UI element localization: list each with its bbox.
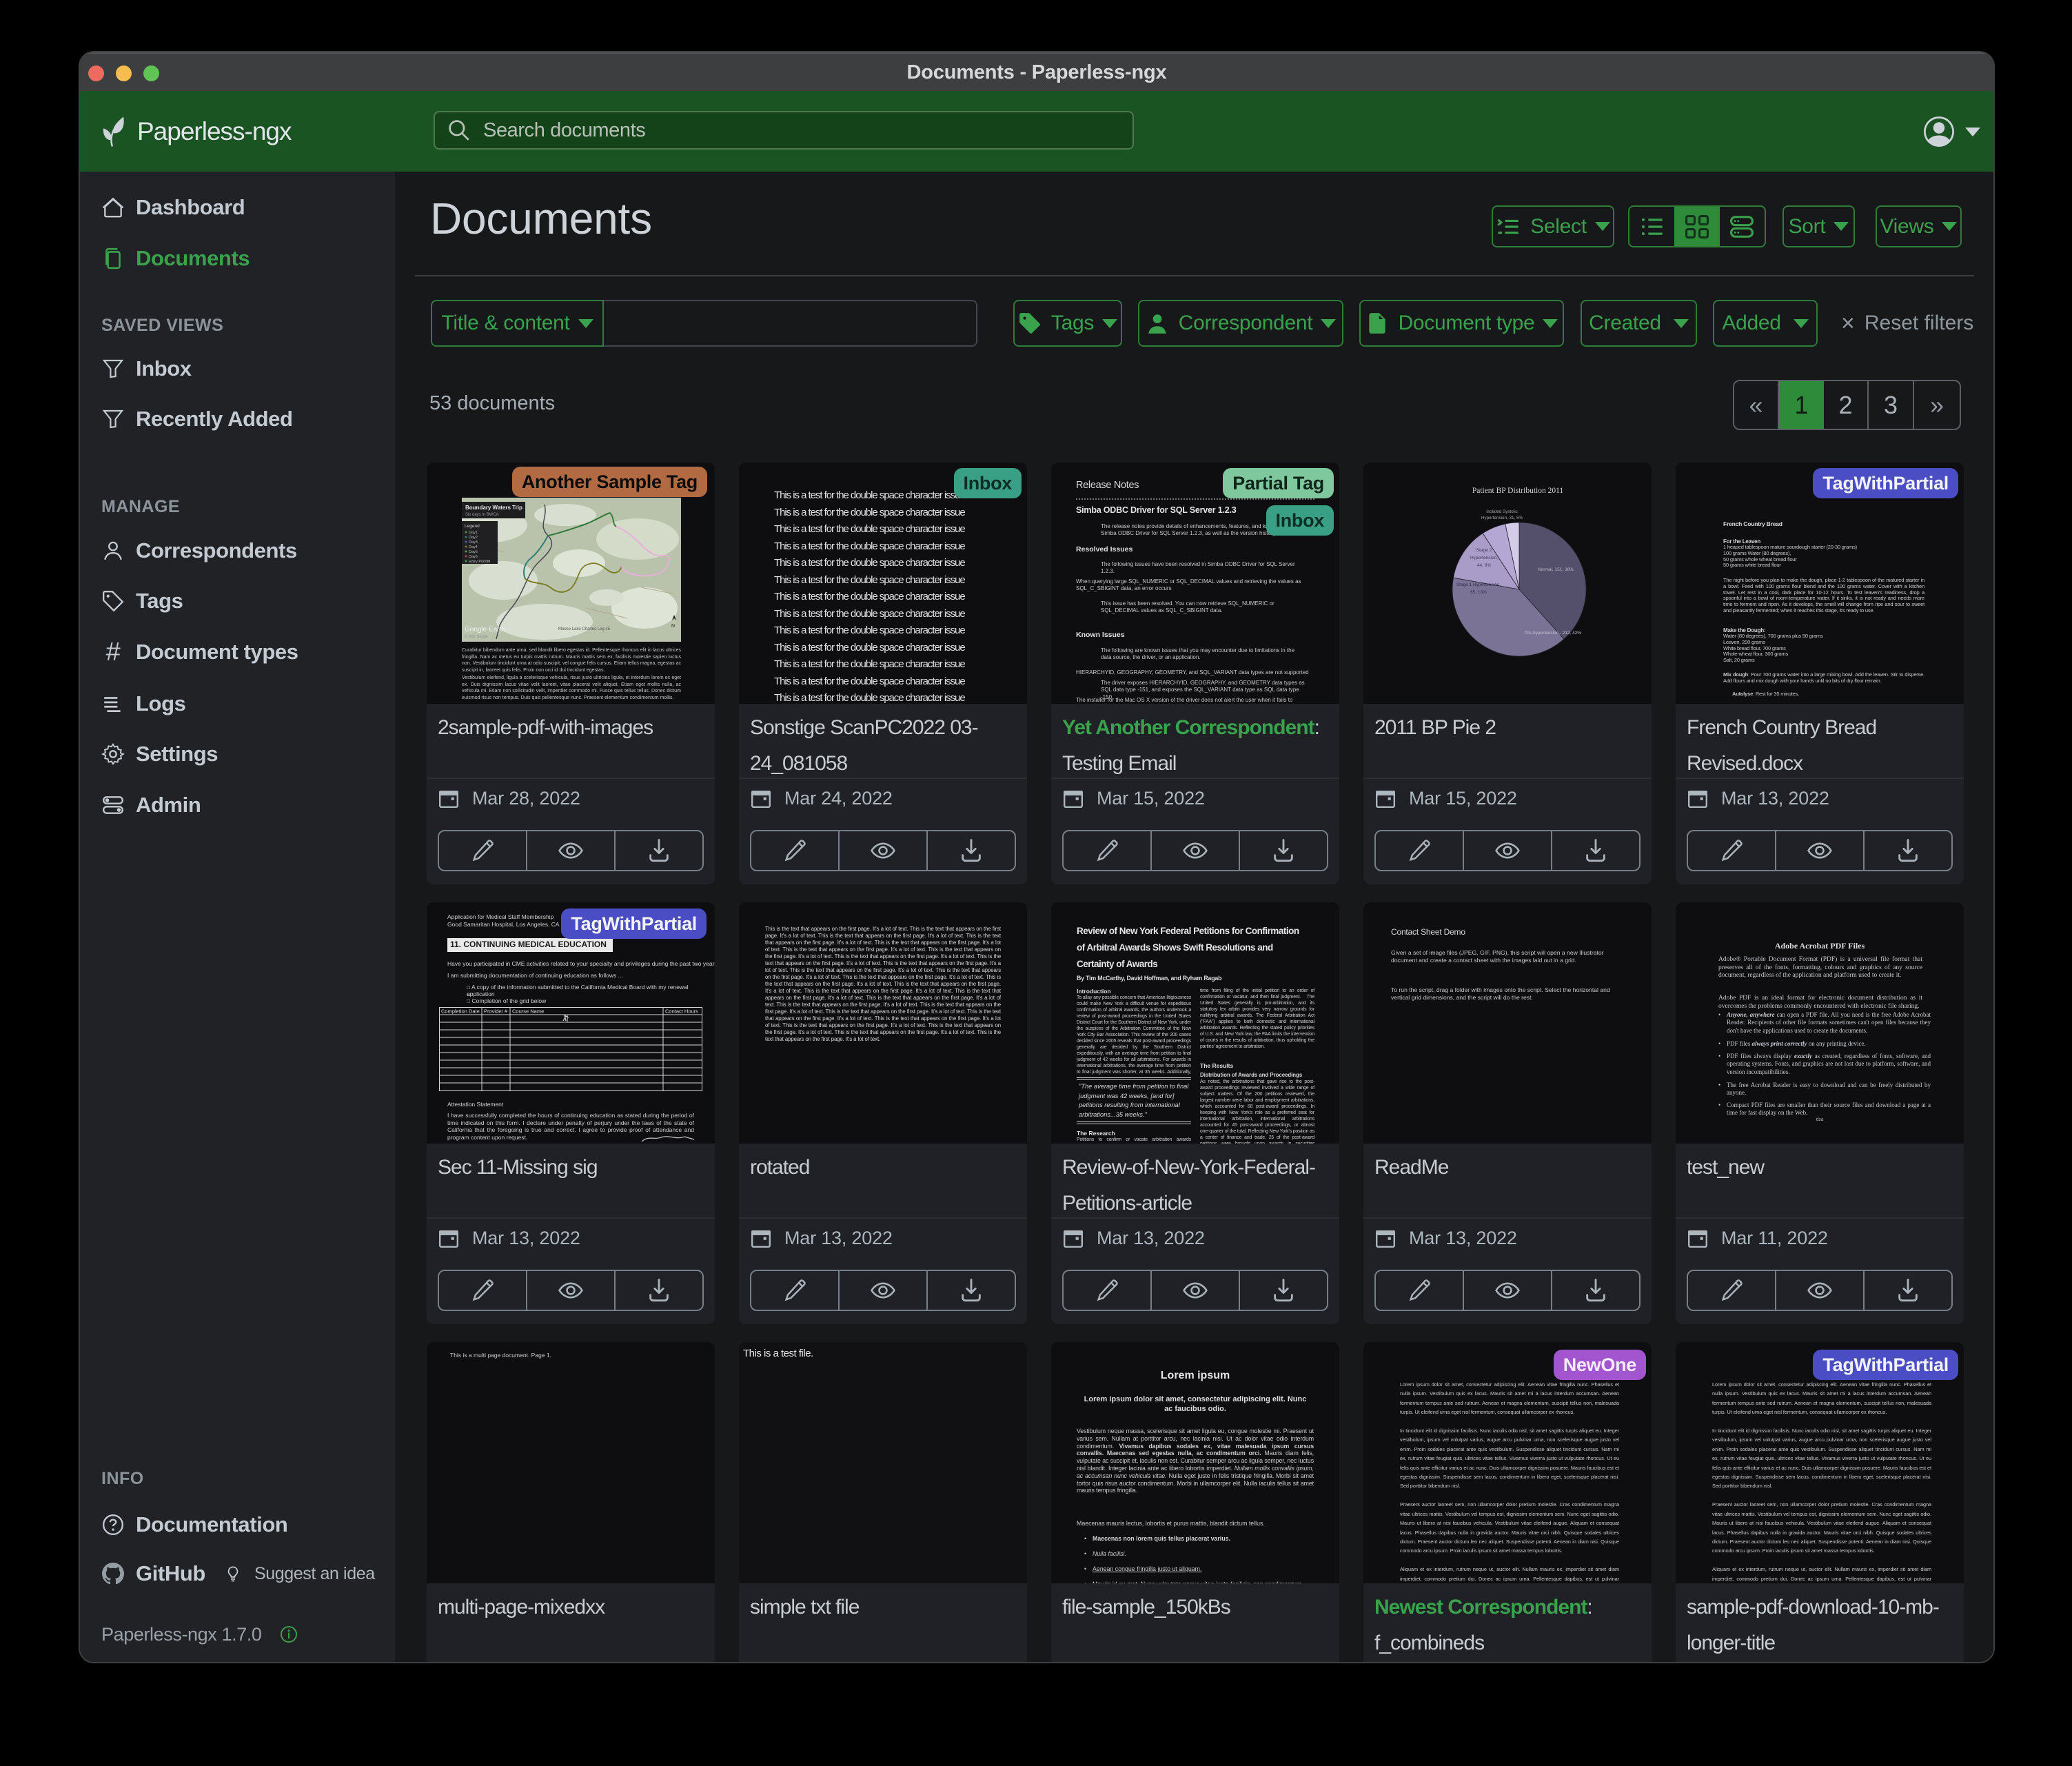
svg-text:Contact Hours: Contact Hours	[665, 1008, 698, 1015]
svg-text:Normal, 151, 38%: Normal, 151, 38%	[1538, 567, 1574, 572]
svg-text:Legend: Legend	[465, 524, 480, 529]
svg-text:Google Earth: Google Earth	[465, 626, 505, 633]
svg-text:65, 13%: 65, 13%	[1470, 590, 1487, 595]
svg-text:Stage 2: Stage 2	[1476, 548, 1492, 553]
svg-text:Day5: Day5	[469, 550, 478, 554]
svg-text:Patient BP Distribution 2011: Patient BP Distribution 2011	[1472, 487, 1564, 495]
svg-text:44, 9%: 44, 9%	[1477, 563, 1491, 568]
svg-text:Stage 1 Hypertension,: Stage 1 Hypertension,	[1456, 582, 1501, 587]
svg-text:Isolated Systolic: Isolated Systolic	[1486, 509, 1518, 514]
svg-text:Boundary Waters Trip: Boundary Waters Trip	[465, 505, 522, 511]
svg-text:N: N	[671, 624, 675, 629]
svg-text:Hypertension,: Hypertension,	[1470, 556, 1498, 560]
svg-text:Completion Date: Completion Date	[441, 1008, 480, 1015]
svg-text:Day1: Day1	[469, 531, 478, 535]
svg-text:Day3: Day3	[469, 540, 478, 545]
svg-text:Hypertension, 31, 6%: Hypertension, 31, 6%	[1481, 516, 1523, 520]
svg-text:Moose Lake Charles Leg 45: Moose Lake Charles Leg 45	[558, 627, 611, 631]
svg-text:Day6: Day6	[469, 555, 478, 559]
svg-text:Provider #: Provider #	[484, 1008, 508, 1015]
svg-text:Day4: Day4	[469, 545, 478, 549]
svg-text:Entry PointM: Entry PointM	[469, 560, 491, 564]
svg-text:Day2: Day2	[469, 536, 478, 540]
svg-text:Six days in BWCA: Six days in BWCA	[465, 513, 499, 517]
svg-text:Course Name: Course Name	[512, 1008, 544, 1015]
svg-text:© 2021 Google: © 2021 Google	[465, 634, 488, 639]
svg-text:Pre-hypertension,, 212, 42%: Pre-hypertension,, 212, 42%	[1525, 631, 1582, 636]
